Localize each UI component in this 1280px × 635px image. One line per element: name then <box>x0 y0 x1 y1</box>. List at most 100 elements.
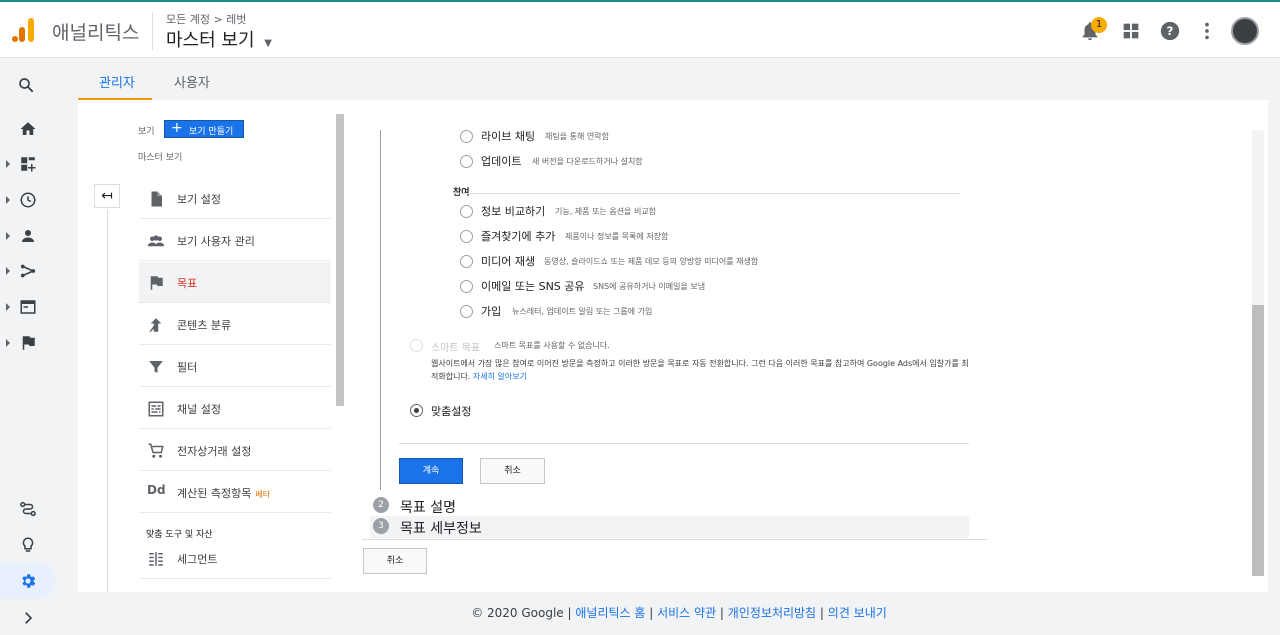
filter-icon <box>149 361 163 373</box>
help-icon[interactable]: ? <box>1159 20 1181 42</box>
behavior-icon[interactable] <box>19 298 37 316</box>
goal-template-desc: 기능, 제품 또는 옵션을 비교함 <box>555 207 657 216</box>
goal-template-desc: 뉴스레터, 업데이트 알림 또는 그룹에 가입 <box>512 307 653 316</box>
goal-template-desc: 동영상, 슬라이드쇼 또는 제품 데모 등의 양방향 미디어를 재생함 <box>544 257 759 266</box>
top-app-bar: 애널리틱스 모든 계정 > 레벗 마스터 보기 ▼ 1 ? <box>0 0 1280 58</box>
goal-template-radio[interactable] <box>460 305 473 318</box>
nav-item-label: 세그먼트 <box>177 553 218 566</box>
custom-goal-radio[interactable] <box>410 404 423 417</box>
current-view-name: 마스터 보기 <box>138 153 183 163</box>
footer-separator: | <box>716 606 728 620</box>
smart-goal-status: 스마트 목표를 사용할 수 없습니다. <box>494 341 610 350</box>
nav-item-label: 보기 사용자 관리 <box>177 235 255 248</box>
nav-item-filters[interactable]: 필터 <box>139 346 331 387</box>
nav-item-calculated-metrics[interactable]: Dd 계산된 측정항목 베타 <box>139 472 331 513</box>
breadcrumb[interactable]: 모든 계정 > 레벗 <box>166 11 246 27</box>
cancel-step-button[interactable]: 취소 <box>480 458 545 484</box>
analytics-logo-icon[interactable] <box>10 16 36 44</box>
expand-caret-icon[interactable] <box>6 196 10 204</box>
search-icon[interactable] <box>17 76 35 94</box>
nav-item-goals[interactable]: 목표 <box>139 262 331 303</box>
content-scroll-thumb[interactable] <box>1252 305 1264 576</box>
nav-item-channel-settings[interactable]: 채널 설정 <box>139 388 331 429</box>
page-scrollbar[interactable] <box>1268 58 1280 592</box>
nav-item-ecommerce-settings[interactable]: 전자상거래 설정 <box>139 430 331 471</box>
tab-bar: 관리자 사용자 <box>78 58 1280 100</box>
goal-template-radio[interactable] <box>460 280 473 293</box>
learn-more-link[interactable]: 자세히 알아보기 <box>473 372 527 381</box>
nav-item-label: 보기 설정 <box>177 193 221 206</box>
customization-icon[interactable] <box>19 155 37 173</box>
goal-template-label: 정보 비교하기 <box>481 205 546 218</box>
acquisition-icon[interactable] <box>19 262 37 280</box>
create-view-label: 보기 만들기 <box>189 127 234 137</box>
step-goal-details[interactable]: 목표 세부정보 <box>400 518 482 538</box>
footer-link-feedback[interactable]: 의견 보내기 <box>828 606 887 620</box>
goal-template-label: 이메일 또는 SNS 공유 <box>481 280 585 293</box>
section-divider <box>453 193 960 194</box>
more-vert-icon[interactable] <box>1196 20 1218 42</box>
back-arrow-button[interactable]: ↤ <box>94 184 120 208</box>
expand-caret-icon[interactable] <box>6 232 10 240</box>
avatar[interactable] <box>1231 17 1259 45</box>
goal-template-radio[interactable] <box>460 205 473 218</box>
nav-item-view-user-management[interactable]: 보기 사용자 관리 <box>139 220 331 261</box>
step-goal-description[interactable]: 목표 설명 <box>400 497 456 517</box>
nav-item-view-settings[interactable]: 보기 설정 <box>139 178 331 219</box>
goal-template-radio[interactable] <box>460 255 473 268</box>
lightbulb-icon[interactable] <box>19 536 37 554</box>
goal-template-radio[interactable] <box>460 130 473 143</box>
goal-template-desc: 새 버전을 다운로드하거나 설치함 <box>532 157 643 166</box>
attribution-icon[interactable] <box>19 500 37 518</box>
back-arrow-icon: ↤ <box>101 188 113 204</box>
nav-item-segments[interactable]: 세그먼트 <box>139 538 331 579</box>
nav-item-content-grouping[interactable]: 콘텐츠 분류 <box>139 304 331 345</box>
step-number: 3 <box>373 518 389 534</box>
expand-caret-icon[interactable] <box>6 160 10 168</box>
goal-template-label: 업데이트 <box>481 155 522 168</box>
goal-template-radio[interactable] <box>460 155 473 168</box>
cancel-button[interactable]: 취소 <box>363 548 427 574</box>
svg-text:?: ? <box>1167 24 1174 38</box>
admin-gear-icon[interactable] <box>19 572 37 590</box>
goal-template-desc: SNS에 공유하거나 이메일을 보냄 <box>593 282 706 291</box>
continue-button[interactable]: 계속 <box>399 458 463 484</box>
nav-item-label: 전자상거래 설정 <box>177 445 252 458</box>
nav-item-label: 목표 <box>177 277 198 290</box>
nav-scrollbar[interactable] <box>336 114 344 406</box>
goal-template-label: 미디어 재생 <box>481 255 536 268</box>
engagement-section-header: 참여 <box>453 188 470 198</box>
expand-caret-icon[interactable] <box>6 267 10 275</box>
notification-badge: 1 <box>1091 17 1107 33</box>
beta-badge: 베타 <box>255 490 271 499</box>
tab-users[interactable]: 사용자 <box>174 72 210 91</box>
goal-template-desc: 채팅을 통해 연락함 <box>545 132 609 141</box>
goal-template-label: 라이브 채팅 <box>481 130 536 143</box>
expand-caret-icon[interactable] <box>6 339 10 347</box>
home-icon[interactable] <box>19 120 37 138</box>
dropdown-arrow-icon: ▼ <box>264 38 272 49</box>
footer-link-terms[interactable]: 서비스 약관 <box>657 606 716 620</box>
apps-grid-icon[interactable] <box>1120 20 1142 42</box>
footer-separator: | <box>816 606 828 620</box>
flag-icon <box>150 276 163 290</box>
cart-icon <box>148 443 164 458</box>
audience-person-icon[interactable] <box>19 227 37 245</box>
view-selector[interactable]: 마스터 보기 ▼ <box>166 26 272 52</box>
footer-link-privacy[interactable]: 개인정보처리방침 <box>728 606 816 620</box>
people-icon <box>147 235 165 247</box>
plus-icon: + <box>171 120 183 136</box>
smart-goal-label: 스마트 목표 <box>431 343 481 354</box>
smart-goal-radio[interactable] <box>410 339 423 352</box>
expand-caret-icon[interactable] <box>6 303 10 311</box>
footer-link-analytics-home[interactable]: 애널리틱스 홈 <box>575 606 645 620</box>
conversions-flag-icon[interactable] <box>19 334 37 352</box>
goal-template-radio[interactable] <box>460 230 473 243</box>
steps-bottom-divider <box>362 539 987 540</box>
segments-icon <box>149 552 163 566</box>
create-view-button[interactable]: + 보기 만들기 <box>164 120 244 138</box>
content-grouping-icon <box>149 318 162 332</box>
goal-template-label: 가입 <box>481 305 502 318</box>
tab-admin[interactable]: 관리자 <box>99 72 135 91</box>
clock-realtime-icon[interactable] <box>19 191 37 209</box>
